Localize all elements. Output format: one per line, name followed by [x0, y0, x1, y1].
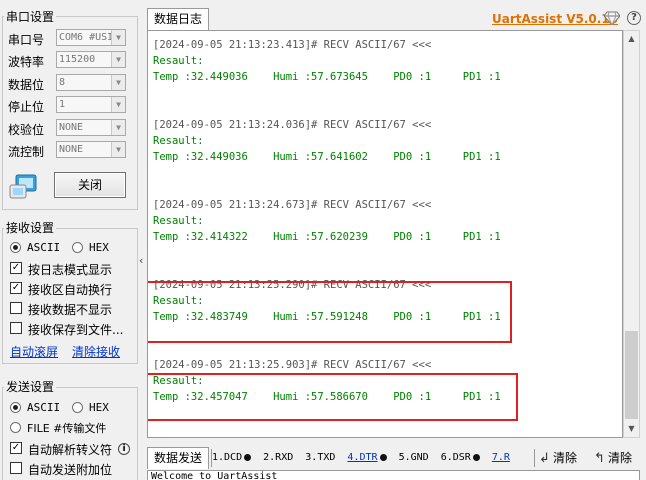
- tab-data-log[interactable]: 数据日志: [147, 8, 209, 30]
- save-file-checkbox[interactable]: [10, 322, 22, 334]
- highlight-box: [148, 373, 518, 421]
- send-input[interactable]: Welcome to UartAssist: [147, 470, 640, 480]
- send-hex-label: HEX: [89, 401, 109, 414]
- settings-panel: 串口设置 串口号 COM6 #USI ▼ 波特率 115200 ▼ 数据位 8 ▼ 停…: [0, 0, 142, 480]
- scroll-thumb[interactable]: [625, 331, 638, 419]
- log-entry-line: Resault:: [153, 135, 204, 147]
- status-rts-link[interactable]: 7.R: [492, 449, 510, 467]
- collapse-panel-icon[interactable]: ‹: [139, 254, 147, 274]
- send-ascii-radio[interactable]: [10, 402, 21, 413]
- log-entry-line: Resault:: [153, 55, 204, 67]
- receive-hex-radio[interactable]: [72, 242, 83, 253]
- send-file-label: FILE #传输文件: [27, 422, 107, 435]
- log-mode-checkbox[interactable]: ✓: [10, 262, 22, 274]
- log-entry: [2024-09-05 21:13:23.413]# RECV ASCII/67…: [153, 37, 501, 85]
- status-dtr-link[interactable]: 4.DTR: [347, 449, 387, 467]
- tab-data-send[interactable]: 数据发送: [147, 447, 209, 469]
- status-txd: 3.TXD: [305, 452, 336, 463]
- stopbits-label: 停止位: [8, 100, 45, 114]
- send-ascii-label: ASCII: [27, 401, 61, 414]
- flow-select[interactable]: NONE ▼: [56, 141, 126, 158]
- chevron-down-icon: ▼: [111, 97, 125, 112]
- status-gnd: 5.GND: [398, 452, 429, 463]
- baud-select[interactable]: 115200 ▼: [56, 51, 126, 68]
- status-dcd: 1.DCD: [212, 449, 252, 467]
- status-led-icon: [379, 453, 387, 461]
- log-entry: [2024-09-05 21:13:24.036]# RECV ASCII/67…: [153, 117, 501, 165]
- status-rxd: 2.RXD: [263, 452, 294, 463]
- scroll-down-icon[interactable]: ▼: [624, 421, 639, 437]
- hide-data-label: 接收数据不显示: [28, 303, 113, 317]
- scroll-up-icon[interactable]: ▲: [624, 31, 639, 47]
- serial-settings-title: 串口设置: [4, 8, 57, 25]
- log-entry: [2024-09-05 21:13:24.673]# RECV ASCII/67…: [153, 197, 501, 245]
- clear-send-button[interactable]: ↲ 清除: [539, 449, 577, 468]
- close-port-button[interactable]: 关闭: [54, 172, 126, 198]
- parse-escape-checkbox[interactable]: ✓: [10, 442, 22, 454]
- log-entry-header: [2024-09-05 21:13:24.036]# RECV ASCII/67…: [153, 119, 432, 131]
- databits-select[interactable]: 8 ▼: [56, 74, 126, 91]
- receive-ascii-label: ASCII: [27, 241, 61, 254]
- log-entry-line: Temp :32.449036 Humi :57.673645 PD0 :1 P…: [153, 71, 501, 83]
- databits-label: 数据位: [8, 78, 45, 92]
- baud-label: 波特率: [8, 55, 45, 69]
- port-label: 串口号: [8, 33, 45, 47]
- parity-label: 校验位: [8, 123, 45, 137]
- auto-wrap-label: 接收区自动换行: [28, 283, 113, 297]
- save-file-label: 接收保存到文件...: [28, 323, 124, 337]
- serial-port-icon: [9, 174, 37, 199]
- clear-all-button[interactable]: ↰ 清除: [594, 449, 632, 468]
- clear-arrow-icon: ↲: [539, 451, 550, 466]
- chevron-down-icon: ▼: [111, 52, 125, 67]
- log-scrollbar[interactable]: ▲ ▼: [623, 30, 640, 438]
- parity-select[interactable]: NONE ▼: [56, 119, 126, 136]
- send-hex-radio[interactable]: [72, 402, 83, 413]
- chevron-down-icon: ▼: [111, 142, 125, 157]
- line-status-strip: 1.DCD 2.RXD 3.TXD 4.DTR 5.GND 6.DSR 7.R: [212, 449, 516, 467]
- highlight-box: [148, 281, 512, 343]
- log-entry-line: Resault:: [153, 215, 204, 227]
- log-entry-line: Temp :32.414322 Humi :57.620239 PD0 :1 P…: [153, 231, 501, 243]
- log-mode-label: 按日志模式显示: [28, 263, 113, 277]
- gem-icon[interactable]: [604, 11, 620, 25]
- port-select[interactable]: COM6 #USI ▼: [56, 29, 126, 46]
- auto-scroll-link[interactable]: 自动滚屏: [10, 343, 58, 360]
- flow-label: 流控制: [8, 145, 45, 159]
- send-file-radio[interactable]: [10, 422, 21, 433]
- receive-settings-title: 接收设置: [4, 219, 57, 236]
- status-dsr: 6.DSR: [441, 449, 480, 467]
- log-entry-header: [2024-09-05 21:13:23.413]# RECV ASCII/67…: [153, 39, 432, 51]
- append-bits-checkbox[interactable]: [10, 462, 22, 474]
- chevron-down-icon: ▼: [111, 75, 125, 90]
- status-led-icon: [244, 453, 252, 461]
- app-brand-link[interactable]: UartAssist V5.0.13: [492, 12, 618, 26]
- divider: [534, 449, 535, 467]
- log-entry-header: [2024-09-05 21:13:24.673]# RECV ASCII/67…: [153, 199, 432, 211]
- auto-wrap-checkbox[interactable]: ✓: [10, 282, 22, 294]
- hide-data-checkbox[interactable]: [10, 302, 22, 314]
- chevron-down-icon: ▼: [111, 30, 125, 45]
- append-bits-label: 自动发送附加位: [28, 463, 113, 477]
- help-icon[interactable]: ?: [627, 11, 641, 25]
- send-settings-title: 发送设置: [4, 378, 57, 395]
- info-icon[interactable]: i: [118, 443, 130, 455]
- clear-up-icon: ↰: [594, 451, 605, 466]
- receive-hex-label: HEX: [89, 241, 109, 254]
- log-entry-line: Temp :32.449036 Humi :57.641602 PD0 :1 P…: [153, 151, 501, 163]
- receive-ascii-radio[interactable]: [10, 242, 21, 253]
- receive-log-area[interactable]: [2024-09-05 21:13:23.413]# RECV ASCII/67…: [147, 30, 623, 438]
- clear-receive-link[interactable]: 清除接收: [72, 343, 120, 360]
- status-led-icon: [472, 453, 480, 461]
- parse-escape-label: 自动解析转义符: [28, 443, 113, 457]
- stopbits-select[interactable]: 1 ▼: [56, 96, 126, 113]
- log-entry-header: [2024-09-05 21:13:25.903]# RECV ASCII/67…: [153, 359, 432, 371]
- chevron-down-icon: ▼: [111, 120, 125, 135]
